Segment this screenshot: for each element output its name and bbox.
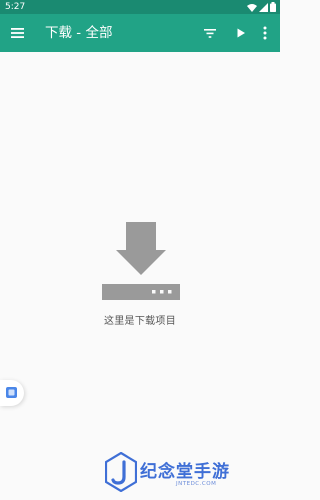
app-icon [6, 387, 17, 398]
play-icon[interactable] [231, 23, 251, 43]
page-title: 下载 - 全部 [45, 25, 113, 41]
app-bar: 下载 - 全部 [0, 14, 280, 52]
signal-icon [259, 2, 268, 12]
battery-icon [270, 2, 276, 12]
watermark-title: 纪念堂手游 [140, 462, 230, 482]
wifi-icon [247, 3, 257, 12]
filter-icon[interactable] [200, 23, 220, 43]
empty-state-message: 这里是下载项目 [103, 316, 177, 327]
download-icon [102, 222, 180, 300]
more-vert-icon[interactable] [255, 23, 275, 43]
status-bar: 5:27 [0, 0, 280, 14]
jnt-logo [105, 452, 137, 492]
status-time: 5:27 [5, 2, 26, 12]
status-icons [247, 2, 276, 12]
menu-icon[interactable] [8, 23, 28, 43]
watermark-subtitle: JNTEDC.COM [176, 481, 217, 487]
floating-side-tab[interactable] [0, 380, 24, 406]
